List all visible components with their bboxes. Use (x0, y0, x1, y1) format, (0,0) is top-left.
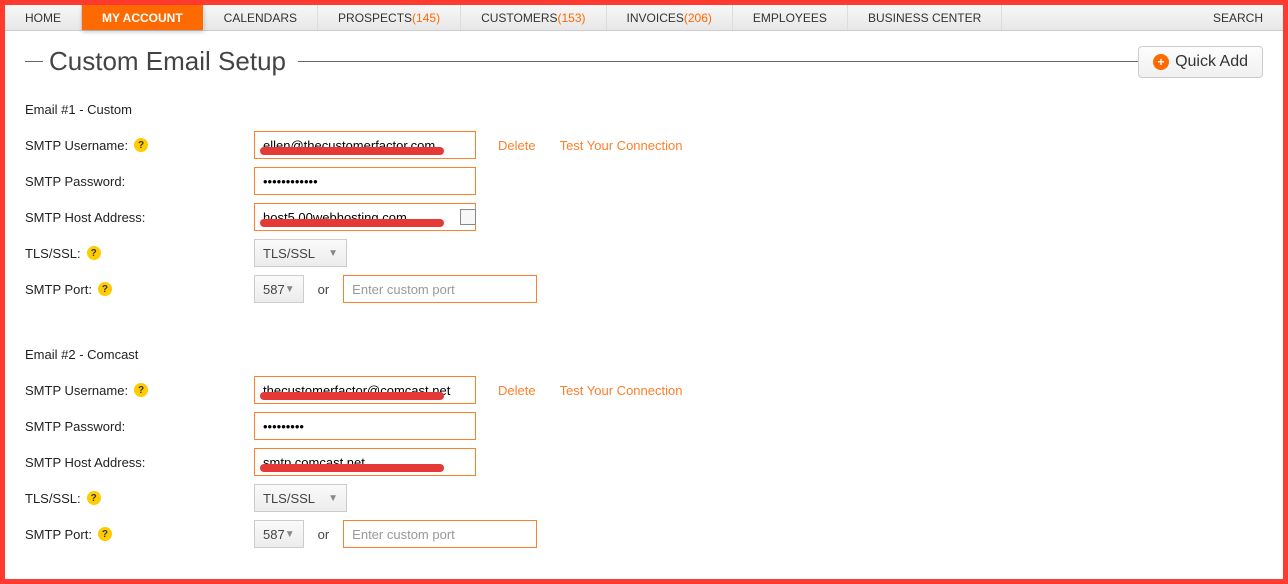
label-smtp-password: SMTP Password: (25, 174, 125, 189)
email-section-title: Email #2 - Comcast (25, 347, 1263, 362)
smtp-port-value: 587 (263, 527, 285, 542)
smtp-host-input[interactable] (254, 203, 476, 231)
label-smtp-port: SMTP Port: (25, 527, 92, 542)
help-icon[interactable]: ? (134, 138, 148, 152)
nav-customers[interactable]: CUSTOMERS(153) (461, 5, 606, 30)
tls-ssl-value: TLS/SSL (263, 246, 315, 261)
test-connection-link[interactable]: Test Your Connection (560, 383, 683, 398)
chevron-down-icon: ▼ (328, 493, 338, 504)
tls-ssl-value: TLS/SSL (263, 491, 315, 506)
smtp-username-input[interactable] (254, 376, 476, 404)
nav-calendars[interactable]: CALENDARS (204, 5, 318, 30)
delete-link[interactable]: Delete (498, 383, 536, 398)
label-smtp-password: SMTP Password: (25, 419, 125, 434)
page-title: Custom Email Setup (49, 46, 286, 77)
nav-employees[interactable]: EMPLOYEES (733, 5, 848, 30)
help-icon[interactable]: ? (87, 491, 101, 505)
smtp-port-select[interactable]: 587 ▼ (254, 275, 304, 303)
smtp-port-custom-input[interactable] (343, 520, 537, 548)
nav-business-center[interactable]: BUSINESS CENTER (848, 5, 1002, 30)
delete-link[interactable]: Delete (498, 138, 536, 153)
chevron-down-icon: ▼ (285, 529, 295, 540)
label-smtp-username: SMTP Username: (25, 138, 128, 153)
smtp-port-custom-input[interactable] (343, 275, 537, 303)
help-icon[interactable]: ? (98, 282, 112, 296)
help-icon[interactable]: ? (134, 383, 148, 397)
quick-add-label: Quick Add (1175, 53, 1248, 71)
nav-invoices[interactable]: INVOICES(206) (607, 5, 733, 30)
nav-home[interactable]: HOME (5, 5, 82, 30)
quick-add-button[interactable]: + Quick Add (1138, 46, 1263, 78)
smtp-username-input[interactable] (254, 131, 476, 159)
smtp-port-select[interactable]: 587 ▼ (254, 520, 304, 548)
nav-prospects-count: (145) (412, 11, 440, 25)
label-smtp-host: SMTP Host Address: (25, 455, 145, 470)
nav-invoices-label: INVOICES (627, 11, 684, 25)
smtp-port-value: 587 (263, 282, 285, 297)
autofill-icon (460, 209, 476, 225)
label-tls-ssl: TLS/SSL: (25, 491, 81, 506)
nav-search[interactable]: SEARCH (1193, 5, 1283, 30)
chevron-down-icon: ▼ (285, 284, 295, 295)
nav-prospects-label: PROSPECTS (338, 11, 412, 25)
smtp-password-input[interactable] (254, 167, 476, 195)
or-text: or (314, 527, 334, 542)
help-icon[interactable]: ? (87, 246, 101, 260)
email-block-2: Email #2 - Comcast SMTP Username: ? Dele… (25, 347, 1263, 552)
test-connection-link[interactable]: Test Your Connection (560, 138, 683, 153)
nav-customers-count: (153) (558, 11, 586, 25)
help-icon[interactable]: ? (98, 527, 112, 541)
smtp-password-input[interactable] (254, 412, 476, 440)
chevron-down-icon: ▼ (328, 248, 338, 259)
email-block-1: Email #1 - Custom SMTP Username: ? Delet… (25, 102, 1263, 307)
smtp-host-input[interactable] (254, 448, 476, 476)
or-text: or (314, 282, 334, 297)
plus-icon: + (1153, 54, 1169, 70)
heading-line (298, 61, 1263, 62)
email-section-title: Email #1 - Custom (25, 102, 1263, 117)
tls-ssl-select[interactable]: TLS/SSL ▼ (254, 484, 347, 512)
nav-prospects[interactable]: PROSPECTS(145) (318, 5, 461, 30)
nav-customers-label: CUSTOMERS (481, 11, 557, 25)
label-smtp-username: SMTP Username: (25, 383, 128, 398)
label-tls-ssl: TLS/SSL: (25, 246, 81, 261)
label-smtp-port: SMTP Port: (25, 282, 92, 297)
tls-ssl-select[interactable]: TLS/SSL ▼ (254, 239, 347, 267)
top-nav: HOME MY ACCOUNT CALENDARS PROSPECTS(145)… (5, 5, 1283, 31)
heading-line (25, 61, 43, 62)
label-smtp-host: SMTP Host Address: (25, 210, 145, 225)
nav-my-account[interactable]: MY ACCOUNT (82, 5, 204, 30)
nav-invoices-count: (206) (684, 11, 712, 25)
